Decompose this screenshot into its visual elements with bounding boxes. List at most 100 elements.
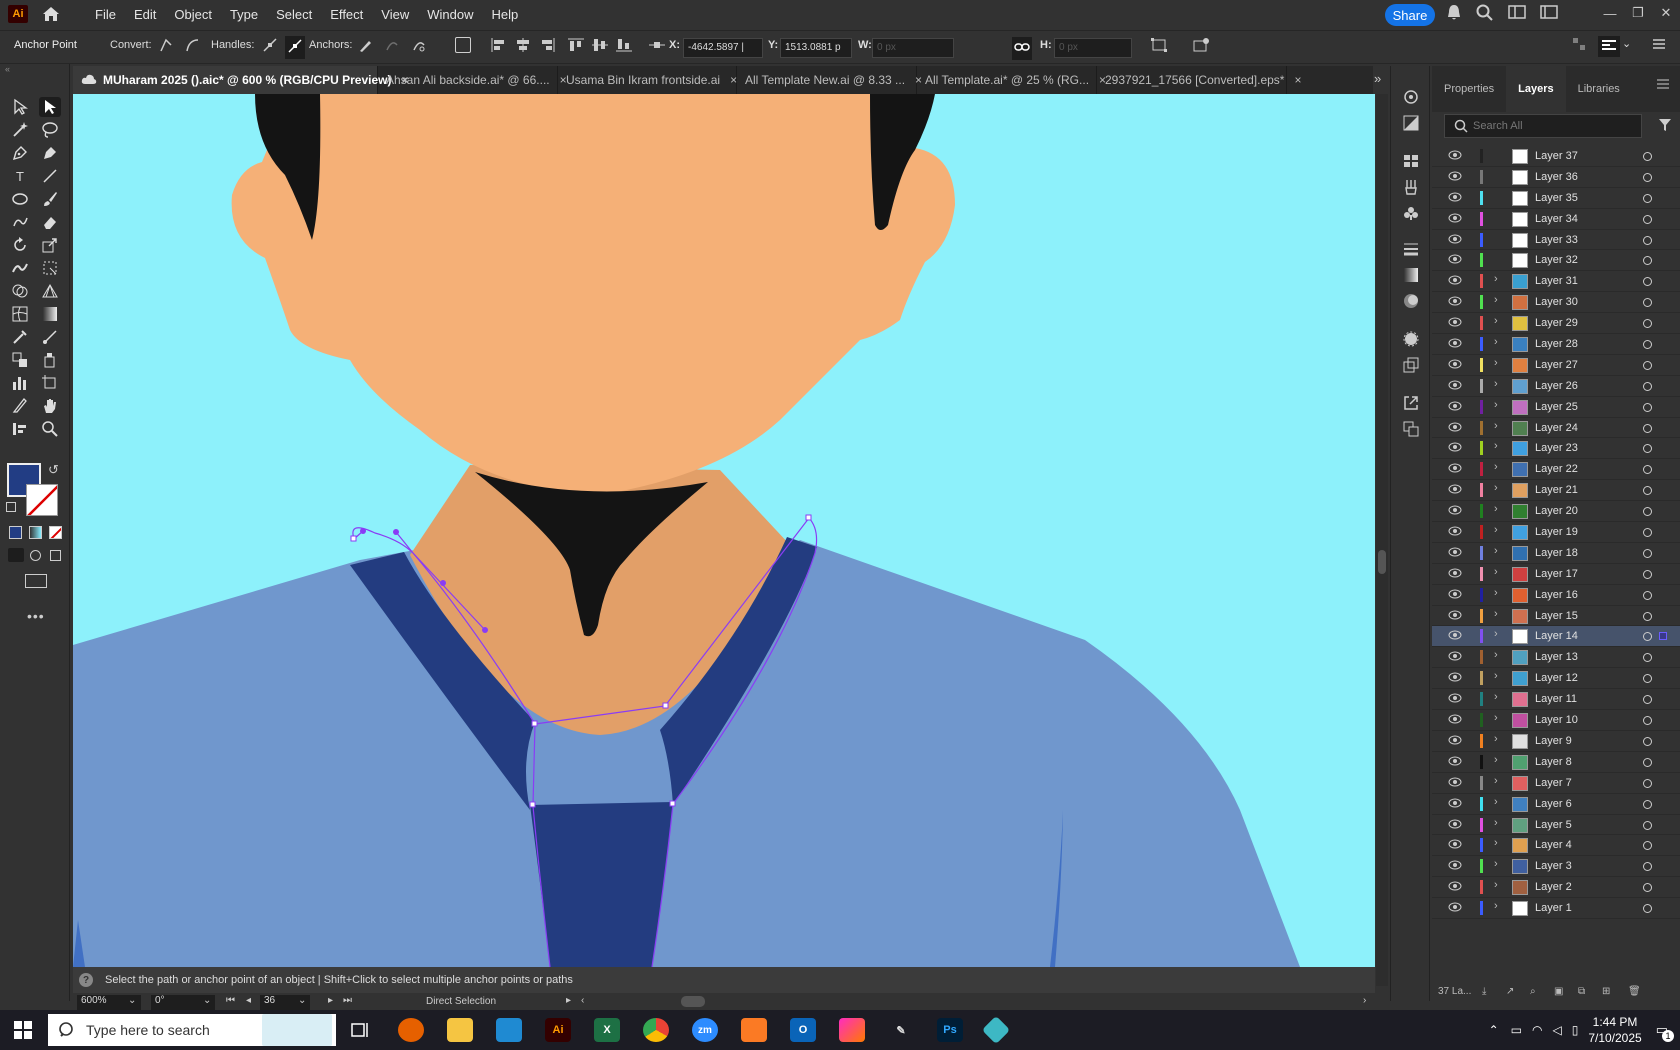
layer-row[interactable]: Layer 36 [1432,167,1680,188]
layer-row[interactable]: › Layer 8 [1432,752,1680,773]
illustrator-icon[interactable]: Ai [545,1018,571,1042]
layer-name[interactable]: Layer 36 [1535,171,1578,183]
reference-point-icon[interactable] [648,37,666,56]
layer-row[interactable]: › Layer 4 [1432,835,1680,857]
line-tool-icon[interactable] [39,166,61,186]
layer-name[interactable]: Layer 19 [1535,526,1578,538]
visibility-eye-icon[interactable] [1448,798,1462,808]
layer-row[interactable]: › Layer 2 [1432,877,1680,899]
shaper-tool-icon[interactable] [9,212,31,232]
layer-name[interactable]: Layer 25 [1535,401,1578,413]
slice-tool-icon[interactable] [9,396,31,416]
visibility-eye-icon[interactable] [1448,254,1462,264]
target-circle-icon[interactable] [1643,716,1652,726]
visibility-eye-icon[interactable] [1448,860,1462,870]
expand-chevron-icon[interactable]: › [1494,712,1498,724]
target-circle-icon[interactable] [1643,695,1652,705]
align-left-icon[interactable] [490,37,508,56]
make-clipping-mask-icon[interactable]: ▣ [1554,986,1563,997]
visibility-eye-icon[interactable] [1448,505,1462,515]
layer-name[interactable]: Layer 35 [1535,192,1578,204]
x-field[interactable]: -4642.5897 | [683,38,763,58]
clock-time[interactable]: 1:44 PM [1593,1014,1638,1030]
image-trace-icon[interactable] [1401,356,1421,374]
target-circle-icon[interactable] [1643,402,1652,412]
filter-icon[interactable] [1658,118,1672,135]
expand-chevron-icon[interactable]: › [1494,628,1498,640]
chevron-down-icon[interactable]: ⌄ [1622,37,1631,50]
menu-item-help[interactable]: Help [482,7,527,22]
menu-item-object[interactable]: Object [165,7,221,22]
layer-row[interactable]: Layer 32 [1432,250,1680,272]
layer-row[interactable]: › Layer 10 [1432,710,1680,731]
more-options-icon[interactable] [1652,37,1666,54]
target-circle-icon[interactable] [1643,778,1652,788]
free-transform-icon[interactable] [39,258,61,278]
gradient-mode-icon[interactable] [29,526,42,539]
align-bottom-icon[interactable] [615,37,633,56]
visibility-eye-icon[interactable] [1448,672,1462,682]
expand-chevron-icon[interactable]: › [1494,879,1498,891]
visibility-eye-icon[interactable] [1448,192,1462,202]
collect-export-icon[interactable]: ⤓ [1482,986,1486,997]
panel-tab-properties[interactable]: Properties [1432,66,1506,112]
expand-chevron-icon[interactable]: › [1494,315,1498,327]
draw-behind-icon[interactable] [30,550,41,561]
menu-item-view[interactable]: View [372,7,418,22]
layer-row[interactable]: › Layer 26 [1432,376,1680,397]
collapse-icon[interactable]: « [5,64,10,74]
layer-name[interactable]: Layer 4 [1535,839,1572,851]
layer-row[interactable]: › Layer 3 [1432,856,1680,878]
selection-indicator[interactable] [1659,632,1667,641]
visibility-eye-icon[interactable] [1448,839,1462,849]
visibility-eye-icon[interactable] [1448,401,1462,411]
target-circle-icon[interactable] [1643,193,1652,203]
target-circle-icon[interactable] [1643,486,1652,496]
firefox-icon[interactable] [398,1018,424,1042]
layer-row[interactable]: Layer 35 [1432,188,1680,209]
wifi-icon[interactable]: ◠ [1532,1023,1542,1037]
recolor-icon[interactable] [1192,37,1210,56]
layer-name[interactable]: Layer 11 [1535,693,1577,705]
vertical-scrollbar[interactable] [1376,94,1388,986]
ellipse-tool-icon[interactable] [9,189,31,209]
swatches-icon[interactable] [1401,152,1421,170]
layer-row[interactable]: › Layer 20 [1432,501,1680,523]
minimize-icon[interactable]: — [1596,0,1624,26]
expand-chevron-icon[interactable]: › [1494,503,1498,515]
target-circle-icon[interactable] [1643,820,1652,830]
layer-name[interactable]: Layer 12 [1535,672,1578,684]
home-icon[interactable] [42,5,62,23]
y-field[interactable]: 1513.0881 p [780,38,852,58]
layer-row[interactable]: › Layer 23 [1432,438,1680,460]
target-circle-icon[interactable] [1643,360,1652,370]
type-tool-icon[interactable]: T [9,166,31,186]
layer-name[interactable]: Layer 13 [1535,651,1578,663]
direct-selection-tool-icon[interactable] [39,97,61,117]
layer-name[interactable]: Layer 1 [1535,902,1572,914]
target-circle-icon[interactable] [1643,632,1652,642]
visibility-eye-icon[interactable] [1448,213,1462,223]
layer-row[interactable]: › Layer 22 [1432,459,1680,481]
expand-chevron-icon[interactable]: › [1494,587,1498,599]
expand-chevron-icon[interactable]: › [1494,357,1498,369]
layer-name[interactable]: Layer 5 [1535,819,1572,831]
visibility-eye-icon[interactable] [1448,317,1462,327]
shape-builder-icon[interactable] [9,281,31,301]
align-right-icon[interactable] [538,37,556,56]
none-mode-icon[interactable] [49,526,62,539]
layer-name[interactable]: Layer 16 [1535,589,1578,601]
layer-name[interactable]: Layer 10 [1535,714,1578,726]
layer-name[interactable]: Layer 22 [1535,463,1578,475]
target-circle-icon[interactable] [1643,507,1652,517]
layer-name[interactable]: Layer 29 [1535,317,1578,329]
trash-icon[interactable]: 🗑 [1628,986,1641,997]
target-circle-icon[interactable] [1643,423,1652,433]
expand-chevron-icon[interactable]: › [1494,294,1498,306]
expand-chevron-icon[interactable]: › [1494,900,1498,912]
curvature-tool-icon[interactable] [39,143,61,163]
expand-chevron-icon[interactable]: › [1494,440,1498,452]
zoom-app-icon[interactable]: zm [692,1018,718,1042]
document-tab[interactable]: All Template.ai* @ 25 % (RG... × [917,66,1106,94]
panel-tab-layers[interactable]: Layers [1506,66,1566,112]
